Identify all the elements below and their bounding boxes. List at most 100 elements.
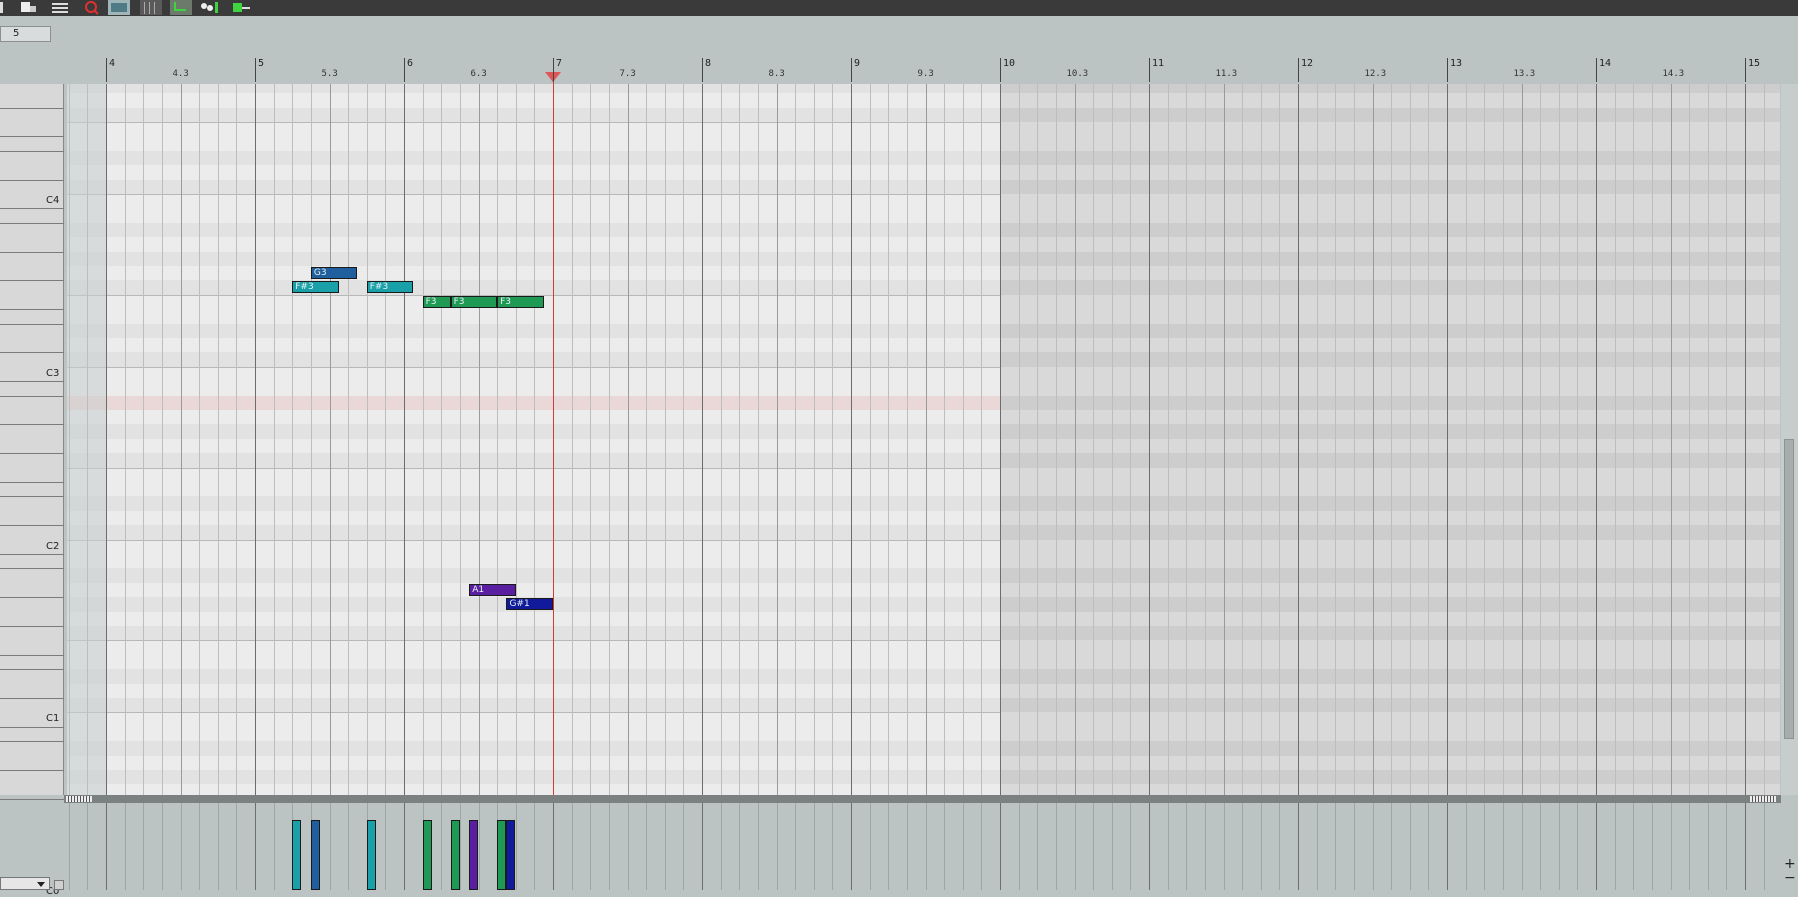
grid-line — [683, 84, 685, 795]
quantize-icon[interactable] — [82, 0, 104, 15]
grid-line — [1633, 84, 1635, 795]
note-list-icon[interactable] — [50, 0, 72, 15]
grid-line — [1651, 84, 1653, 795]
key-divider — [0, 554, 64, 555]
pitch-row-inactive — [1000, 122, 1780, 137]
grid-line — [1577, 84, 1579, 795]
zoom-in-button[interactable]: + — [1784, 857, 1796, 871]
velocity-grid-line — [143, 803, 145, 890]
velocity-grid-line — [515, 803, 517, 890]
pitch-row-inactive — [1000, 294, 1780, 310]
grid-line — [329, 84, 331, 795]
grid-line — [1298, 84, 1299, 795]
velocity-grid-line — [1763, 803, 1765, 890]
resize-grip-left[interactable] — [66, 796, 92, 802]
beat-label: 8.3 — [768, 69, 785, 79]
bar-label: 9 — [854, 58, 861, 69]
bar-tick — [1298, 58, 1299, 82]
grid-line — [1391, 84, 1393, 795]
velocity-bar[interactable] — [497, 820, 507, 890]
bar-tick — [1149, 58, 1150, 82]
lane-options-button[interactable] — [54, 880, 64, 890]
grid-line — [404, 84, 405, 795]
velocity-bar[interactable] — [422, 820, 432, 890]
piano-roll-grid[interactable]: G3 F#3 F#3 F3 F3 F3 A1 G#1 — [67, 84, 1780, 795]
midi-item-icon[interactable] — [18, 0, 40, 15]
velocity-bar[interactable] — [292, 820, 302, 890]
zoom-out-button[interactable]: − — [1784, 871, 1796, 885]
velocity-grid-line — [1633, 803, 1635, 890]
pitch-row-inactive — [1000, 366, 1780, 382]
velocity-grid-line — [571, 803, 573, 890]
beat-label: 13.3 — [1513, 69, 1536, 79]
pitch-row-inactive — [1000, 770, 1780, 785]
velocity-bar[interactable] — [450, 820, 460, 890]
velocity-bar[interactable] — [366, 820, 376, 890]
piano-keyboard[interactable]: C4 C3 C2 C1 C0 — [0, 84, 64, 897]
key-divider — [0, 222, 64, 224]
midi-note[interactable]: G#1 — [506, 598, 553, 611]
velocity-grid-line — [1726, 803, 1728, 890]
grid-line — [459, 84, 461, 795]
position-field[interactable]: 5 — [0, 26, 51, 42]
resize-grip-right[interactable] — [1750, 796, 1776, 802]
scroll-thumb[interactable] — [1784, 439, 1794, 739]
velocity-grid-line — [1149, 803, 1150, 890]
velocity-grid-line — [1484, 803, 1486, 890]
grid-line — [776, 84, 778, 795]
grid-line — [273, 84, 275, 795]
snap-icon[interactable] — [170, 0, 192, 15]
velocity-bar[interactable] — [469, 820, 479, 890]
bar-tick — [1000, 58, 1001, 82]
vertical-scrollbar[interactable] — [1781, 84, 1798, 795]
key-divider — [0, 568, 64, 570]
grid-line — [757, 84, 759, 795]
velocity-grid-line — [1037, 803, 1039, 890]
velocity-grid-line — [1577, 803, 1579, 890]
midi-note[interactable]: F#3 — [292, 281, 339, 294]
pitch-row-inactive — [1000, 554, 1780, 569]
tool-icon[interactable] — [0, 0, 16, 15]
grid-line — [1353, 84, 1355, 795]
midi-note[interactable]: G3 — [310, 267, 358, 279]
keyboard-view-icon[interactable] — [108, 0, 130, 15]
bar-tick — [1745, 58, 1746, 82]
bar-label: 10 — [1003, 58, 1016, 69]
pitch-row-inactive — [1000, 107, 1780, 122]
pitch-row-inactive — [1000, 482, 1780, 497]
pitch-row-inactive — [1000, 251, 1780, 266]
midi-note[interactable]: F3 — [450, 295, 498, 308]
grid-icon[interactable] — [140, 0, 162, 15]
bar-tick — [702, 58, 703, 82]
velocity-bar[interactable] — [310, 820, 320, 890]
velocity-grid-line — [180, 803, 182, 890]
grid-line — [869, 84, 871, 795]
cc-lane-select[interactable] — [0, 877, 50, 890]
input-icon[interactable] — [230, 0, 252, 15]
velocity-grid-line — [944, 803, 946, 890]
velocity-grid-line — [739, 803, 741, 890]
lane-divider[interactable] — [64, 795, 1781, 803]
grid-line — [1409, 84, 1411, 795]
midi-note[interactable]: F3 — [497, 295, 544, 308]
velocity-bar[interactable] — [506, 820, 516, 890]
grid-line — [1242, 84, 1244, 795]
velocity-grid-line — [1540, 803, 1542, 890]
pitch-row-inactive — [1000, 453, 1780, 468]
chord-icon[interactable] — [198, 0, 220, 15]
midi-note[interactable]: F3 — [422, 295, 451, 308]
pitch-row-inactive — [1000, 352, 1780, 367]
key-divider — [0, 496, 64, 498]
grid-line — [1521, 84, 1523, 795]
velocity-lane[interactable] — [67, 803, 1780, 890]
grid-line — [1372, 84, 1374, 795]
velocity-grid-line — [478, 803, 480, 890]
pitch-row-inactive — [1000, 84, 1780, 94]
bar-label: 12 — [1301, 58, 1314, 69]
midi-note[interactable]: A1 — [469, 583, 516, 596]
midi-note[interactable]: F#3 — [366, 281, 414, 294]
velocity-grid-line — [1670, 803, 1672, 890]
pitch-row-inactive — [1000, 640, 1780, 655]
pitch-row-inactive — [1000, 395, 1780, 410]
pitch-row-inactive — [1000, 467, 1780, 482]
